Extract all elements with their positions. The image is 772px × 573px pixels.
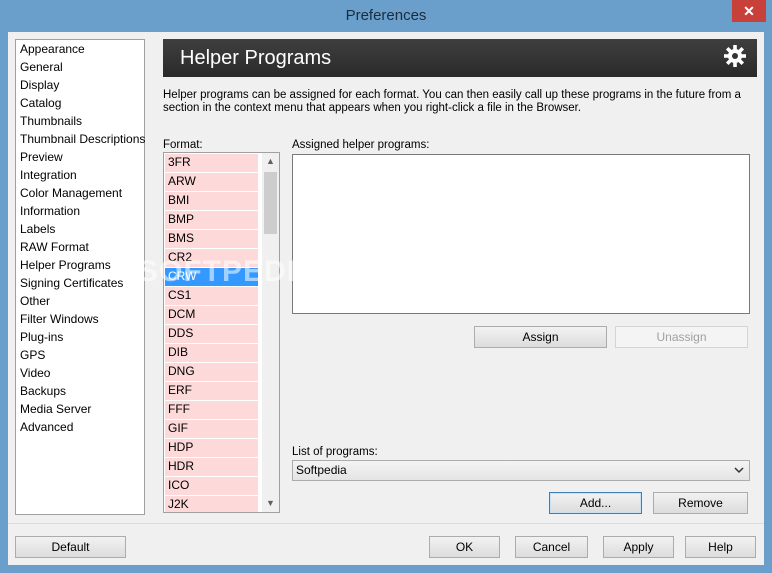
nav-item-filter-windows[interactable]: Filter Windows (16, 310, 144, 328)
nav-item-thumbnails[interactable]: Thumbnails (16, 112, 144, 130)
section-header: Helper Programs (163, 39, 757, 77)
format-item-ico[interactable]: ICO (165, 477, 258, 496)
ok-button[interactable]: OK (429, 536, 500, 558)
format-item-fff[interactable]: FFF (165, 401, 258, 420)
assigned-programs-list[interactable] (292, 154, 750, 314)
format-item-bms[interactable]: BMS (165, 230, 258, 249)
format-item-dcm[interactable]: DCM (165, 306, 258, 325)
scroll-thumb[interactable] (264, 172, 277, 234)
format-item-hdp[interactable]: HDP (165, 439, 258, 458)
nav-item-preview[interactable]: Preview (16, 148, 144, 166)
nav-item-other[interactable]: Other (16, 292, 144, 310)
gear-icon[interactable] (723, 44, 747, 68)
remove-program-button[interactable]: Remove (653, 492, 748, 514)
nav-item-plug-ins[interactable]: Plug-ins (16, 328, 144, 346)
apply-button[interactable]: Apply (603, 536, 674, 558)
nav-item-thumbnail-descriptions[interactable]: Thumbnail Descriptions (16, 130, 145, 148)
title-bar[interactable]: Preferences ✕ (0, 0, 772, 32)
format-item-gif[interactable]: GIF (165, 420, 258, 439)
nav-item-video[interactable]: Video (16, 364, 144, 382)
watermark: SOFTPEDIA (138, 255, 319, 288)
nav-item-integration[interactable]: Integration (16, 166, 144, 184)
programs-selected-value: Softpedia (296, 463, 347, 477)
format-item-j2k[interactable]: J2K (165, 496, 258, 512)
format-item-bmp[interactable]: BMP (165, 211, 258, 230)
preferences-window: Preferences ✕ Appearance General Display Ca… (0, 0, 772, 573)
format-item-cs1[interactable]: CS1 (165, 287, 258, 306)
nav-item-signing-certificates[interactable]: Signing Certificates (16, 274, 144, 292)
nav-item-catalog[interactable]: Catalog (16, 94, 144, 112)
window-title: Preferences (345, 7, 427, 24)
nav-item-information[interactable]: Information (16, 202, 144, 220)
format-label: Format: (163, 139, 203, 151)
nav-item-helper-programs[interactable]: Helper Programs (16, 256, 144, 274)
scroll-up-icon[interactable]: ▲ (262, 153, 279, 170)
section-title: Helper Programs (180, 47, 332, 69)
chevron-down-icon (734, 467, 744, 474)
format-item-hdr[interactable]: HDR (165, 458, 258, 477)
format-item-dng[interactable]: DNG (165, 363, 258, 382)
unassign-button[interactable]: Unassign (615, 326, 748, 348)
assign-button[interactable]: Assign (474, 326, 607, 348)
format-item-dds[interactable]: DDS (165, 325, 258, 344)
nav-item-media-server[interactable]: Media Server (16, 400, 144, 418)
footer-divider (8, 523, 764, 524)
programs-label: List of programs: (292, 446, 378, 458)
help-button[interactable]: Help (685, 536, 756, 558)
format-item-bmi[interactable]: BMI (165, 192, 258, 211)
nav-item-gps[interactable]: GPS (16, 346, 144, 364)
default-button[interactable]: Default (15, 536, 126, 558)
nav-item-display[interactable]: Display (16, 76, 144, 94)
scroll-down-icon[interactable]: ▼ (262, 495, 279, 512)
cancel-button[interactable]: Cancel (515, 536, 588, 558)
dialog-client: Appearance General Display Catalog Thumbnail… (8, 32, 764, 565)
format-item-3fr[interactable]: 3FR (165, 154, 258, 173)
nav-item-raw-format[interactable]: RAW Format (16, 238, 144, 256)
nav-item-advanced[interactable]: Advanced (16, 418, 144, 436)
category-list[interactable]: Appearance General Display Catalog Thumbnail… (15, 39, 145, 515)
programs-select[interactable]: Softpedia (292, 460, 750, 481)
nav-item-general[interactable]: General (16, 58, 144, 76)
add-program-button[interactable]: Add... (549, 492, 642, 514)
format-scrollbar[interactable]: ▲ ▼ (262, 153, 279, 512)
format-item-arw[interactable]: ARW (165, 173, 258, 192)
assigned-programs-label: Assigned helper programs: (292, 139, 430, 151)
section-description: Helper programs can be assigned for each… (163, 89, 741, 114)
close-button[interactable]: ✕ (732, 0, 766, 22)
nav-item-color-management[interactable]: Color Management (16, 184, 144, 202)
format-list[interactable]: 3FR ARW BMI BMP BMS CR2 CRW CS1 DCM DDS DIB DNG ERF F… (163, 152, 280, 513)
nav-item-appearance[interactable]: Appearance (16, 40, 144, 58)
nav-item-labels[interactable]: Labels (16, 220, 144, 238)
nav-item-backups[interactable]: Backups (16, 382, 144, 400)
format-item-erf[interactable]: ERF (165, 382, 258, 401)
format-item-dib[interactable]: DIB (165, 344, 258, 363)
